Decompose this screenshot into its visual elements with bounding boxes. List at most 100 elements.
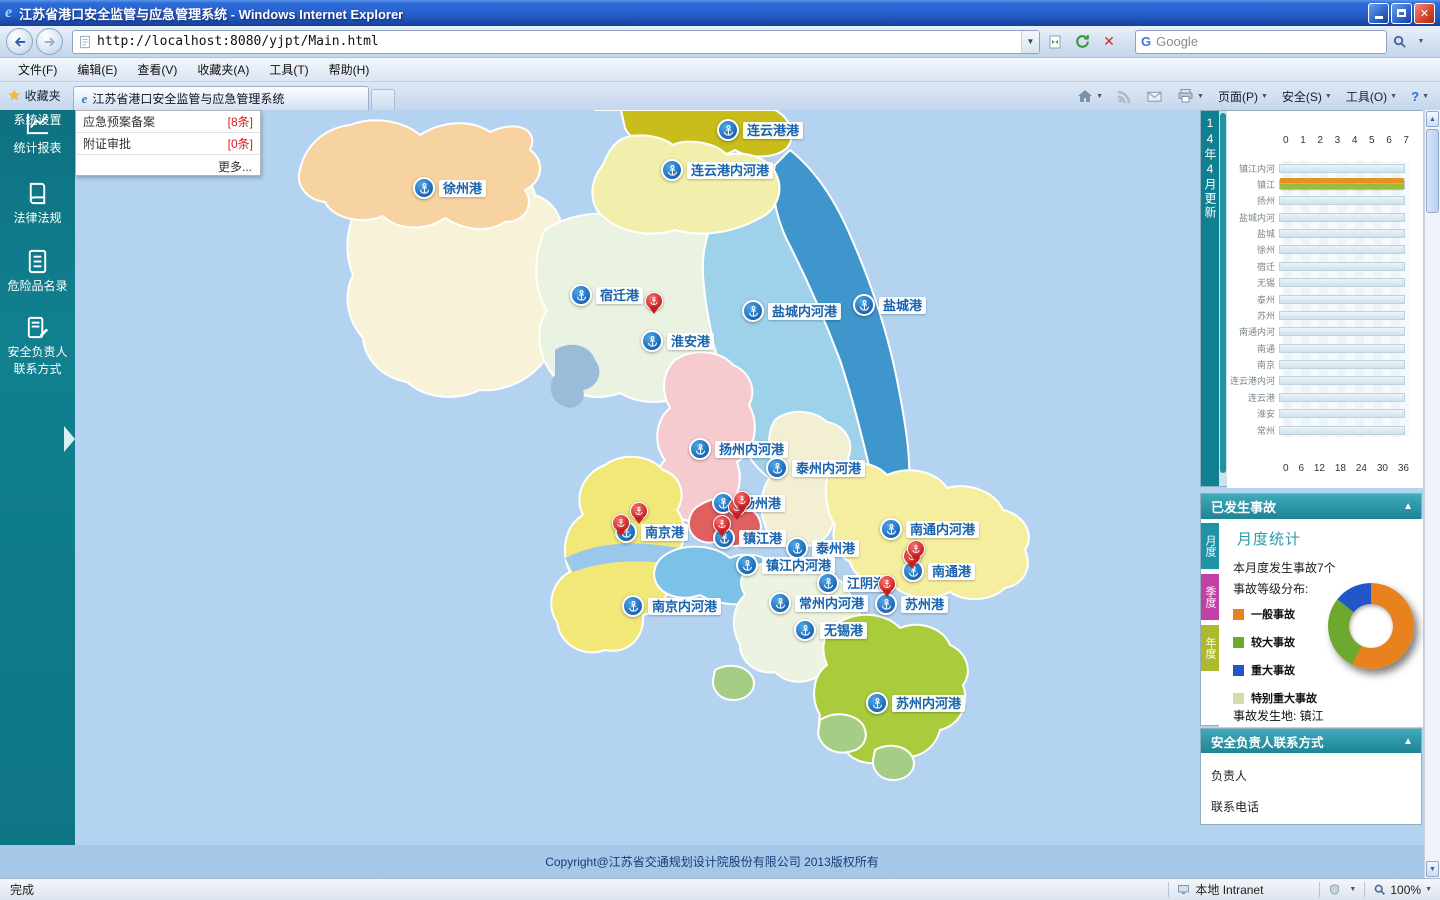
sidebar-item[interactable]: 法律法规: [0, 180, 75, 227]
anchor-icon: [622, 595, 644, 617]
safety-menu-button[interactable]: 安全(S) ▼: [1277, 86, 1337, 107]
scroll-down-button[interactable]: ▼: [1426, 861, 1439, 877]
menu-item[interactable]: 查看(V): [127, 58, 187, 81]
address-field[interactable]: http://localhost:8080/yjpt/Main.html ▼: [72, 30, 1040, 54]
sidebar-item[interactable]: 统计报表: [0, 110, 75, 157]
minimize-button[interactable]: [1368, 3, 1389, 24]
magnifier-icon: [1392, 34, 1407, 49]
collapse-up-icon[interactable]: ▲: [1403, 736, 1413, 747]
legend-swatch: [1233, 609, 1244, 620]
chevron-down-icon: ▼: [1425, 886, 1432, 893]
anchor-icon: [742, 300, 764, 322]
footer: Copyright@江苏省交通规划设计院股份有限公司 2013版权所有: [0, 845, 1424, 878]
port-marker[interactable]: 无锡港: [794, 619, 867, 641]
compatibility-view-button[interactable]: [1043, 30, 1067, 54]
refresh-button[interactable]: [1070, 30, 1094, 54]
menu-item[interactable]: 帮助(H): [319, 58, 380, 81]
chart-category-label: 镇江内河: [1227, 162, 1279, 175]
active-tab[interactable]: e 江苏省港口安全监管与应急管理系统: [73, 86, 369, 110]
port-marker[interactable]: 宿迁港: [570, 284, 643, 306]
help-button[interactable]: ? ▼: [1406, 87, 1434, 106]
port-marker[interactable]: 淮安港: [641, 330, 714, 352]
port-marker[interactable]: 连云港内河港: [661, 159, 773, 181]
favorites-button[interactable]: ★ 收藏夹: [0, 83, 69, 110]
port-marker[interactable]: 盐城内河港: [742, 300, 841, 322]
port-marker[interactable]: 苏州内河港: [866, 692, 965, 714]
port-marker[interactable]: 徐州港: [413, 177, 486, 199]
chart-bar-track: [1279, 393, 1405, 402]
anchor-icon: [717, 119, 739, 141]
axis-tick-label: 30: [1377, 463, 1388, 474]
quick-panel-row[interactable]: 附证审批 [0条]: [76, 133, 260, 155]
chevron-down-icon: ▼: [1325, 93, 1332, 100]
port-marker[interactable]: 泰州内河港: [766, 457, 865, 479]
search-dropdown-button[interactable]: ▼: [1411, 30, 1431, 54]
legend-label: 重大事故: [1251, 662, 1295, 678]
axis-tick-label: 12: [1314, 463, 1325, 474]
back-button[interactable]: [6, 28, 33, 55]
page-content: 连云港港连云港内河港徐州港宿迁港盐城内河港盐城港淮安港扬州内河港泰州内河港扬州港…: [0, 110, 1440, 878]
printer-icon: [1177, 88, 1194, 104]
port-marker[interactable]: 连云港港: [717, 119, 803, 141]
tools-menu-button[interactable]: 工具(O) ▼: [1341, 86, 1402, 107]
accident-period-tab[interactable]: 年度: [1201, 625, 1219, 671]
protected-mode-icon[interactable]: [1328, 883, 1341, 896]
scrollbar-thumb[interactable]: [1426, 129, 1439, 213]
port-marker[interactable]: 常州内河港: [769, 592, 868, 614]
rss-icon: [1117, 89, 1132, 104]
accident-panel-header[interactable]: 已发生事故 ▲: [1201, 494, 1421, 519]
collapse-up-icon[interactable]: ▲: [1403, 501, 1413, 512]
chevron-down-icon[interactable]: ▼: [1349, 886, 1356, 893]
home-button[interactable]: ▼: [1072, 86, 1108, 106]
chart-category-label: 南通: [1227, 342, 1279, 355]
sidebar-item[interactable]: 危险品名录: [0, 248, 75, 295]
chart-category-label: 连云港内河: [1227, 374, 1279, 387]
status-text: 完成: [0, 881, 1168, 898]
chart-row: 苏州: [1227, 308, 1409, 322]
quick-row-count: [8条]: [228, 113, 253, 130]
search-button[interactable]: [1389, 30, 1409, 54]
forward-button[interactable]: [36, 28, 63, 55]
chart-category-label: 盐城: [1227, 227, 1279, 240]
chart-category-label: 无锡: [1227, 276, 1279, 289]
sidebar-item[interactable]: 安全负责人联系方式: [0, 314, 75, 378]
accident-panel: 已发生事故 ▲ 月度季度年度 月度统计 本月度发生事故7个 事故等级分布: 一般…: [1200, 493, 1422, 726]
menu-item[interactable]: 文件(F): [8, 58, 67, 81]
close-button[interactable]: ✕: [1414, 3, 1435, 24]
scroll-up-button[interactable]: ▲: [1426, 111, 1439, 127]
quick-panel-row[interactable]: 应急预案备案 [8条]: [76, 111, 260, 133]
search-box[interactable]: G Google: [1135, 30, 1387, 54]
contact-header-label: 安全负责人联系方式: [1211, 732, 1324, 751]
port-marker[interactable]: 南通内河港: [880, 518, 979, 540]
more-link[interactable]: 更多...: [76, 155, 260, 175]
new-tab-stub[interactable]: [371, 89, 395, 110]
stop-button[interactable]: ✕: [1097, 30, 1121, 54]
vertical-scrollbar[interactable]: ▲ ▼: [1424, 110, 1440, 878]
page-menu-button[interactable]: 页面(P) ▼: [1213, 86, 1273, 107]
window-title: 江苏省港口安全监管与应急管理系统 - Windows Internet Expl…: [19, 4, 1368, 23]
incident-pin-icon: [630, 502, 648, 520]
menu-item[interactable]: 收藏夹(A): [187, 58, 259, 81]
chart-scrollbar[interactable]: [1219, 111, 1227, 486]
chart-row: 盐城内河: [1227, 210, 1409, 224]
accident-period-tab[interactable]: 月度: [1201, 523, 1219, 569]
axis-tick-label: 1: [1300, 135, 1306, 146]
menu-item[interactable]: 编辑(E): [67, 58, 127, 81]
accident-period-tab[interactable]: 季度: [1201, 574, 1219, 620]
print-button[interactable]: ▼: [1172, 86, 1209, 106]
feeds-button[interactable]: [1112, 87, 1137, 106]
chart-bar-track: [1279, 327, 1405, 336]
port-label: 常州内河港: [795, 595, 868, 612]
port-label: 镇江内河港: [762, 557, 835, 574]
zoom-control[interactable]: 100% ▼: [1373, 883, 1432, 897]
read-mail-button[interactable]: [1141, 87, 1168, 106]
star-icon: ★: [8, 87, 21, 104]
menu-item[interactable]: 工具(T): [259, 58, 318, 81]
address-dropdown-button[interactable]: ▼: [1021, 31, 1039, 53]
port-marker[interactable]: 南京内河港: [622, 595, 721, 617]
contact-panel-header[interactable]: 安全负责人联系方式 ▲: [1201, 729, 1421, 753]
maximize-button[interactable]: [1391, 3, 1412, 24]
anchor-icon: [661, 159, 683, 181]
security-zone: 本地 Intranet: [1177, 881, 1263, 898]
port-marker[interactable]: 盐城港: [853, 294, 926, 316]
